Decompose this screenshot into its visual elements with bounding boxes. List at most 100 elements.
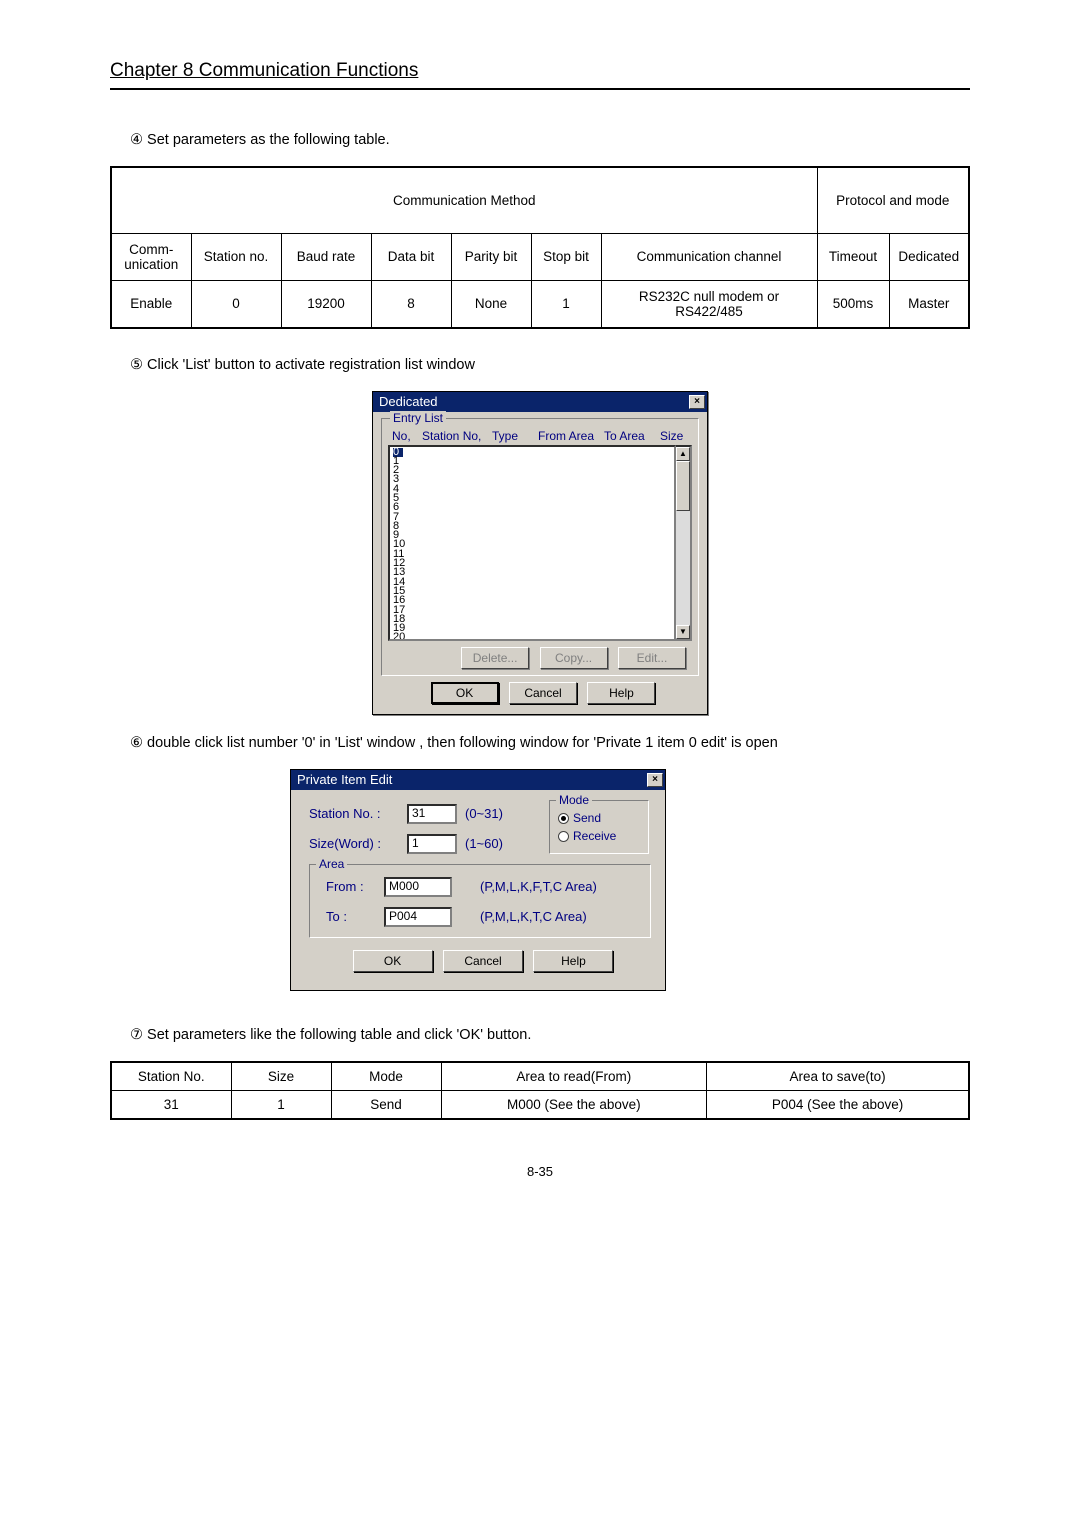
scrollbar[interactable]: ▲ ▼ bbox=[676, 445, 692, 641]
private-titlebar[interactable]: Private Item Edit × bbox=[291, 770, 665, 790]
cancel-button[interactable]: Cancel bbox=[509, 682, 577, 704]
hdr-type: Type bbox=[492, 429, 532, 443]
step-4-num: ④ bbox=[130, 132, 143, 148]
t1-col-8: Dedicated bbox=[889, 233, 969, 280]
list-item[interactable]: 9 bbox=[393, 531, 671, 540]
station-no-input[interactable]: 31 bbox=[407, 804, 457, 824]
mode-receive-radio[interactable]: Receive bbox=[558, 829, 640, 843]
t1-col-6: Communication channel bbox=[601, 233, 817, 280]
t2-cell-1: 1 bbox=[231, 1090, 331, 1119]
list-item[interactable]: 7 bbox=[393, 513, 671, 522]
cancel-button[interactable]: Cancel bbox=[443, 950, 523, 972]
mode-send-label: Send bbox=[573, 811, 601, 825]
t1-cell-7: 500ms bbox=[817, 280, 889, 328]
copy-button[interactable]: Copy... bbox=[540, 647, 608, 669]
list-item[interactable]: 11 bbox=[393, 550, 671, 559]
t1-col-0: Comm-unication bbox=[111, 233, 191, 280]
t2-col-2: Mode bbox=[331, 1062, 441, 1091]
t2-col-3: Area to read(From) bbox=[441, 1062, 707, 1091]
mode-send-radio[interactable]: Send bbox=[558, 811, 640, 825]
list-item[interactable]: 18 bbox=[393, 615, 671, 624]
radio-on-icon bbox=[558, 813, 569, 824]
hdr-from: From Area bbox=[538, 429, 598, 443]
step-5-text: Click 'List' button to activate registra… bbox=[147, 357, 475, 373]
list-item[interactable]: 19 bbox=[393, 624, 671, 633]
dedicated-titlebar[interactable]: Dedicated × bbox=[373, 392, 707, 412]
ok-button[interactable]: OK bbox=[431, 682, 499, 704]
t2-col-0: Station No. bbox=[111, 1062, 231, 1091]
heading-underline bbox=[110, 88, 970, 90]
t1-col-1: Station no. bbox=[191, 233, 281, 280]
step-7-num: ⑦ bbox=[130, 1027, 143, 1043]
entry-listbox[interactable]: 0 1 2 3 4 5 6 7 8 9 10 11 12 13 14 15 16 bbox=[388, 445, 676, 641]
list-item[interactable]: 12 bbox=[393, 559, 671, 568]
mode-group: Mode Send Receive bbox=[549, 800, 649, 854]
t2-cell-3: M000 (See the above) bbox=[441, 1090, 707, 1119]
t2-col-4: Area to save(to) bbox=[707, 1062, 969, 1091]
list-item[interactable]: 17 bbox=[393, 606, 671, 615]
step-6: ⑥ double click list number '0' in 'List'… bbox=[130, 735, 970, 751]
step-6-num: ⑥ bbox=[130, 735, 143, 751]
to-label: To : bbox=[326, 909, 376, 924]
step-4-text: Set parameters as the following table. bbox=[147, 132, 390, 148]
to-hint: (P,M,L,K,T,C Area) bbox=[480, 909, 587, 924]
scroll-up-icon[interactable]: ▲ bbox=[676, 447, 690, 461]
t1-cell-8: Master bbox=[889, 280, 969, 328]
edit-button[interactable]: Edit... bbox=[618, 647, 686, 669]
t2-cell-0: 31 bbox=[111, 1090, 231, 1119]
hdr-size: Size bbox=[660, 429, 683, 443]
area-legend: Area bbox=[316, 857, 347, 871]
close-icon[interactable]: × bbox=[647, 773, 663, 787]
station-no-range: (0~31) bbox=[465, 806, 503, 821]
step-7-text: Set parameters like the following table … bbox=[147, 1027, 531, 1043]
hdr-to: To Area bbox=[604, 429, 654, 443]
entry-list-group: Entry List No, Station No, Type From Are… bbox=[381, 418, 699, 676]
from-hint: (P,M,L,K,F,T,C Area) bbox=[480, 879, 597, 894]
t1-cell-6: RS232C null modem or RS422/485 bbox=[601, 280, 817, 328]
list-item[interactable]: 4 bbox=[393, 485, 671, 494]
list-item[interactable]: 2 bbox=[393, 466, 671, 475]
size-input[interactable]: 1 bbox=[407, 834, 457, 854]
step-5-num: ⑤ bbox=[130, 357, 143, 373]
station-no-label: Station No. : bbox=[309, 806, 399, 821]
mode-receive-label: Receive bbox=[573, 829, 616, 843]
list-item[interactable]: 8 bbox=[393, 522, 671, 531]
area-group: Area From : M000 (P,M,L,K,F,T,C Area) To… bbox=[309, 864, 651, 938]
t1-hdr-comm-method: Communication Method bbox=[111, 167, 817, 233]
t1-col-3: Data bit bbox=[371, 233, 451, 280]
t2-cell-2: Send bbox=[331, 1090, 441, 1119]
t1-cell-3: 8 bbox=[371, 280, 451, 328]
delete-button[interactable]: Delete... bbox=[461, 647, 529, 669]
t1-col-2: Baud rate bbox=[281, 233, 371, 280]
list-item[interactable]: 16 bbox=[393, 596, 671, 605]
t1-col-7: Timeout bbox=[817, 233, 889, 280]
scroll-thumb[interactable] bbox=[676, 461, 690, 511]
chapter-title: Chapter 8 Communication Functions bbox=[110, 60, 970, 86]
step-6-text: double click list number '0' in 'List' w… bbox=[147, 735, 778, 751]
help-button[interactable]: Help bbox=[533, 950, 613, 972]
list-item[interactable]: 20 bbox=[393, 633, 671, 640]
list-item[interactable]: 3 bbox=[393, 475, 671, 484]
private-title: Private Item Edit bbox=[297, 772, 392, 787]
list-item[interactable]: 5 bbox=[393, 494, 671, 503]
t1-cell-5: 1 bbox=[531, 280, 601, 328]
help-button[interactable]: Help bbox=[587, 682, 655, 704]
dedicated-window: Dedicated × Entry List No, Station No, T… bbox=[372, 391, 708, 715]
ok-button[interactable]: OK bbox=[353, 950, 433, 972]
list-item[interactable]: 13 bbox=[393, 568, 671, 577]
t1-col-4: Parity bit bbox=[451, 233, 531, 280]
size-label: Size(Word) : bbox=[309, 836, 399, 851]
dedicated-title: Dedicated bbox=[379, 394, 438, 409]
to-input[interactable]: P004 bbox=[384, 907, 452, 927]
list-item[interactable]: 6 bbox=[393, 503, 671, 512]
scroll-down-icon[interactable]: ▼ bbox=[676, 625, 690, 639]
t1-cell-4: None bbox=[451, 280, 531, 328]
from-input[interactable]: M000 bbox=[384, 877, 452, 897]
list-item[interactable]: 1 bbox=[393, 457, 671, 466]
close-icon[interactable]: × bbox=[689, 395, 705, 409]
list-item[interactable]: 15 bbox=[393, 587, 671, 596]
list-item[interactable]: 14 bbox=[393, 578, 671, 587]
hdr-no: No, bbox=[392, 429, 416, 443]
list-item[interactable]: 10 bbox=[393, 540, 671, 549]
communication-method-table: Communication Method Protocol and mode C… bbox=[110, 166, 970, 329]
